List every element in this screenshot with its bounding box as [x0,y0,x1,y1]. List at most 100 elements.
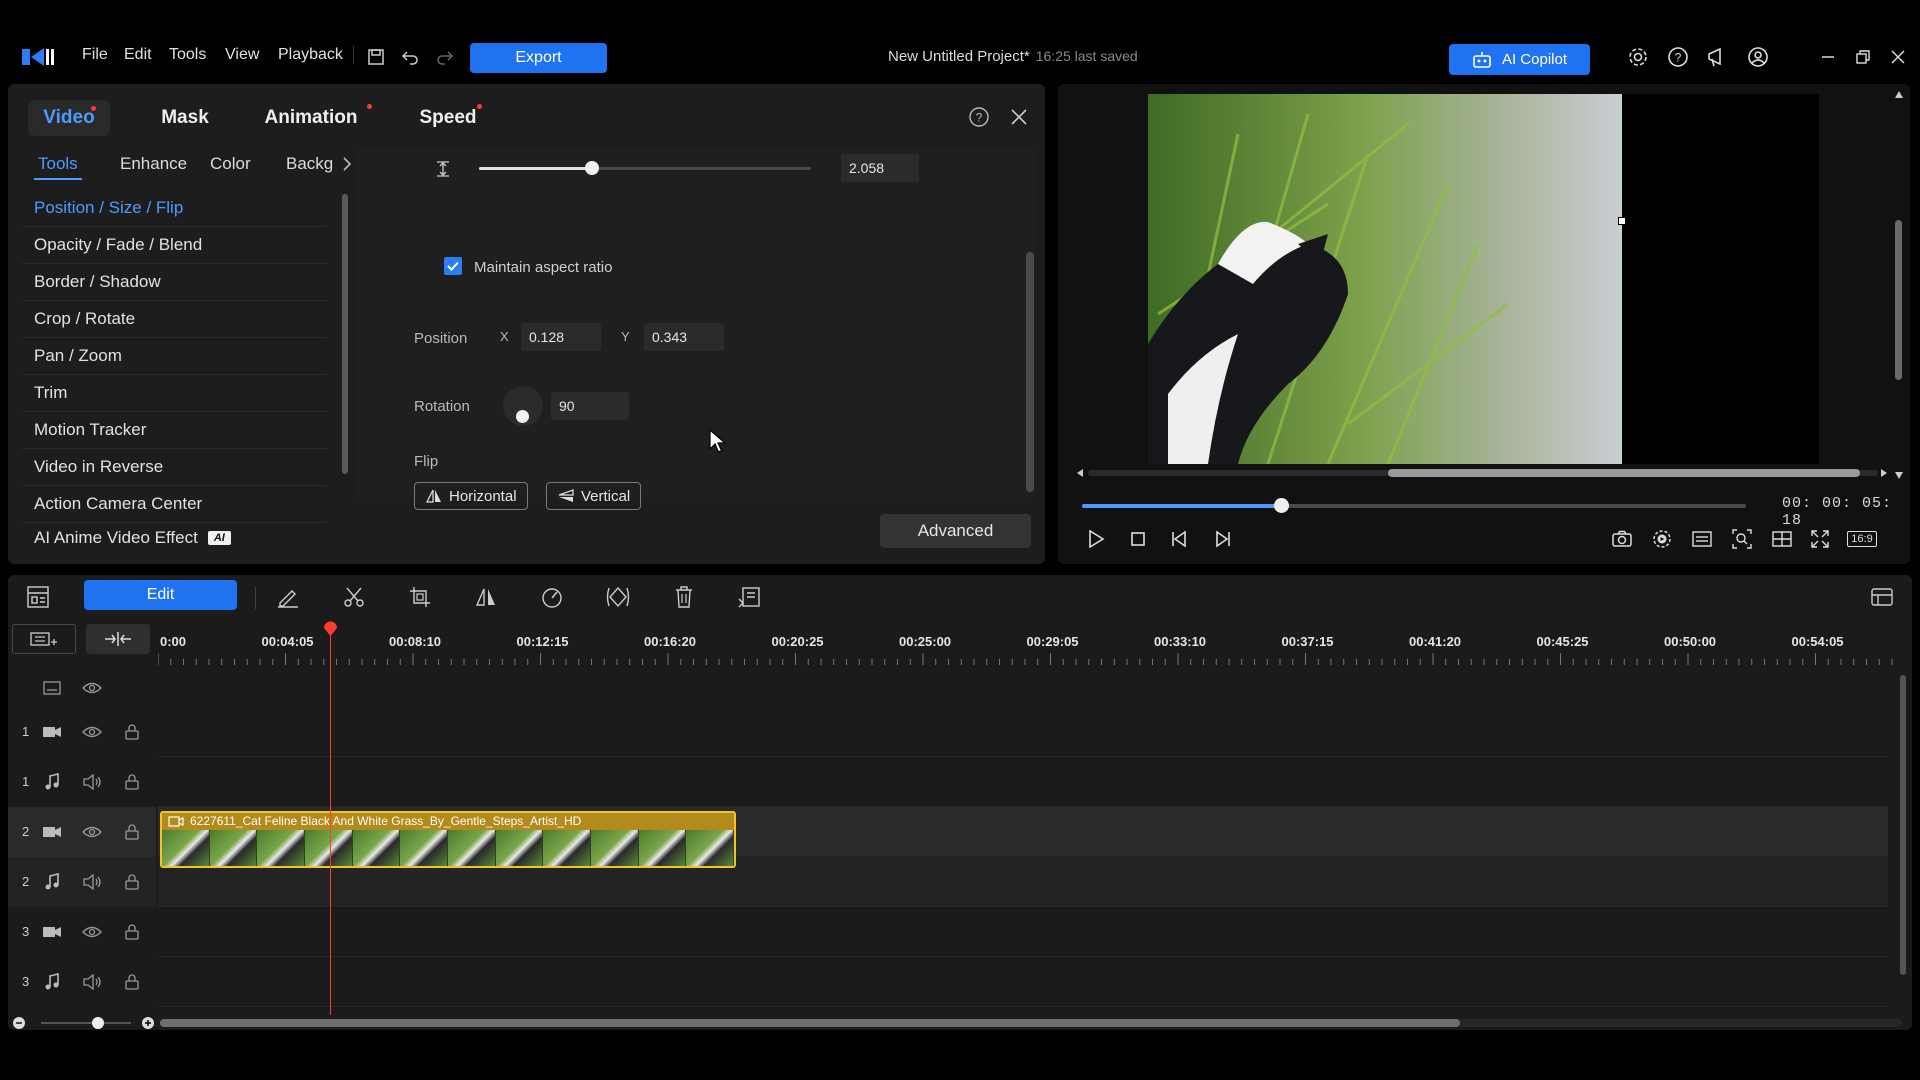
track-header-video-2[interactable]: 2 [8,807,156,857]
playback-scrubber-handle[interactable] [1274,498,1290,513]
timeline-horizontal-scroll-thumb[interactable] [160,1019,1460,1027]
track-lock-icon[interactable] [122,822,142,842]
tool-motion-tracker[interactable]: Motion Tracker [22,412,327,449]
fullscreen-icon[interactable] [1806,525,1834,553]
menu-tools[interactable]: Tools [169,46,206,64]
video-clip[interactable]: 6227611_Cat Feline Black And White Grass… [160,811,736,868]
track-header-video-1[interactable]: 1 [8,707,156,757]
track-row-audio-1[interactable] [158,757,1888,807]
undo-icon[interactable] [397,44,423,70]
zoom-out-icon[interactable] [12,1016,26,1030]
tab-speed[interactable]: Speed [398,100,498,136]
add-track-button[interactable] [12,624,76,654]
preview-vscroll-thumb[interactable] [1895,220,1902,380]
subtab-enhance[interactable]: Enhance [120,154,187,174]
track-lock-icon[interactable] [122,722,142,742]
aspect-ratio-button[interactable]: 16:9 [1844,525,1880,553]
menu-view[interactable]: View [225,46,259,64]
restore-window-icon[interactable] [1850,44,1876,70]
split-view-icon[interactable] [1768,525,1796,553]
timeline-ruler[interactable]: 0:00 00:04:05 00:08:10 00:12:15 00:16:20 00:2… [158,615,1900,665]
position-y-field[interactable]: 0.343 [644,323,724,351]
more-features-icon[interactable] [734,581,766,613]
timeline-settings-icon[interactable] [22,581,54,613]
play-icon[interactable] [1082,525,1110,553]
stop-icon[interactable] [1124,525,1152,553]
track-lock-icon[interactable] [122,922,142,942]
ai-copilot-button[interactable]: AI Copilot [1449,44,1590,75]
tool-position-size-flip[interactable]: Position / Size / Flip [22,190,327,227]
fit-timeline-button[interactable] [86,624,150,654]
scroll-left-arrow-icon[interactable] [1076,469,1084,477]
settings-gear-icon[interactable] [1625,44,1651,70]
subtab-color[interactable]: Color [210,154,251,174]
help-icon[interactable]: ? [1665,44,1691,70]
preview-scroll-thumb[interactable] [1388,469,1860,477]
scroll-up-arrow-icon[interactable] [1894,90,1904,100]
edit-button[interactable]: Edit [84,580,237,610]
tool-trim[interactable]: Trim [22,375,327,412]
preview-quality-icon[interactable] [1648,525,1676,553]
scale-slider-handle[interactable] [584,161,599,175]
next-frame-icon[interactable] [1208,525,1236,553]
redo-icon[interactable] [432,44,458,70]
tab-mask[interactable]: Mask [145,100,225,136]
tool-action-camera-center[interactable]: Action Camera Center [22,486,327,523]
panel-help-icon[interactable]: ? [966,104,992,130]
track-header-audio-3[interactable]: 3 [8,957,156,1007]
track-header-audio-2[interactable]: 2 [8,857,156,907]
subtabs-next-chevron-icon[interactable] [342,157,352,171]
tool-opacity-fade-blend[interactable]: Opacity / Fade / Blend [22,227,327,264]
feedback-megaphone-icon[interactable] [1705,44,1731,70]
track-row-video-3[interactable] [158,907,1888,957]
resize-handle[interactable] [1618,217,1626,225]
track-header-video-3[interactable]: 3 [8,907,156,957]
track-lock-icon[interactable] [122,772,142,792]
rotation-value-field[interactable]: 90 [551,392,629,420]
tab-video[interactable]: Video [28,100,110,136]
zoom-preview-icon[interactable] [1728,525,1756,553]
track-row-video-1[interactable] [158,707,1888,757]
zoom-in-icon[interactable] [141,1016,155,1030]
zoom-slider-track[interactable] [41,1022,131,1024]
subtitle-track-icon[interactable] [42,678,62,698]
flip-horizontal-button[interactable]: Horizontal [414,482,528,510]
export-button[interactable]: Export [470,43,607,73]
subtitle-list-icon[interactable] [1688,525,1716,553]
tool-video-in-reverse[interactable]: Video in Reverse [22,449,327,486]
menu-file[interactable]: File [82,46,108,64]
save-icon[interactable] [363,44,389,70]
tool-crop-rotate[interactable]: Crop / Rotate [22,301,327,338]
track-row-audio-3[interactable] [158,957,1888,1007]
snapshot-camera-icon[interactable] [1608,525,1636,553]
playback-progress-track[interactable] [1082,498,1746,513]
scroll-right-arrow-icon[interactable] [1880,469,1888,477]
crop-icon[interactable] [404,581,436,613]
tool-border-shadow[interactable]: Border / Shadow [22,264,327,301]
subtab-tools[interactable]: Tools [34,154,82,180]
track-header-audio-1[interactable]: 1 [8,757,156,807]
playhead-marker-icon[interactable] [323,620,338,636]
flip-vertical-button[interactable]: Vertical [546,482,642,510]
timeline-layout-icon[interactable] [1866,581,1898,613]
close-window-icon[interactable] [1885,44,1911,70]
rotation-dial[interactable] [503,386,543,426]
rotation-dial-handle[interactable] [516,410,529,423]
menu-playback[interactable]: Playback [278,46,343,64]
keyframe-icon[interactable] [602,581,634,613]
advanced-button[interactable]: Advanced [880,514,1031,548]
track-mute-speaker-icon[interactable] [82,872,102,892]
track-lock-icon[interactable] [122,972,142,992]
speed-gauge-icon[interactable] [536,581,568,613]
properties-scrollbar[interactable] [1026,252,1034,492]
tab-animation[interactable]: Animation [246,100,376,136]
preview-video-frame[interactable] [1148,94,1622,464]
scissors-split-icon[interactable] [338,581,370,613]
flip-icon[interactable] [470,581,502,613]
maintain-aspect-checkbox[interactable] [444,257,462,275]
tool-ai-anime-video-effect[interactable]: AI Anime Video Effect AI [22,523,327,553]
minimize-icon[interactable] [1815,44,1841,70]
scroll-down-arrow-icon[interactable] [1894,470,1904,480]
preview-horizontal-scrollbar[interactable] [1076,468,1888,478]
account-avatar-icon[interactable] [1745,44,1771,70]
